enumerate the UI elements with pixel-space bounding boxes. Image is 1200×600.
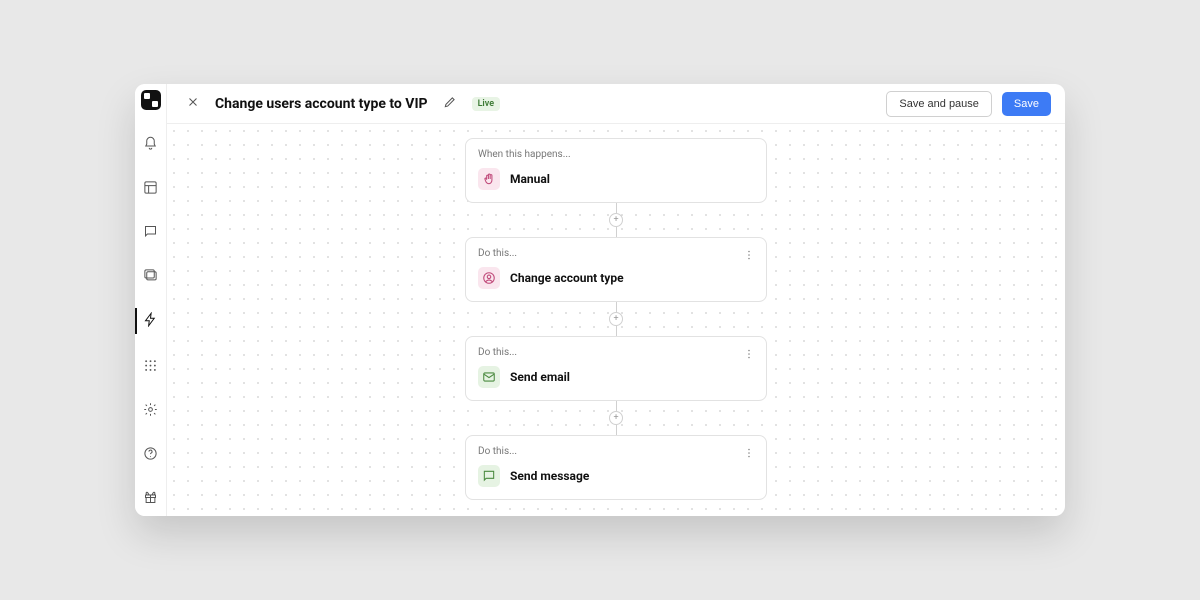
sidebar-item-gift[interactable] bbox=[135, 484, 167, 514]
step-menu-button[interactable] bbox=[740, 444, 758, 462]
hand-icon bbox=[478, 168, 500, 190]
trigger-step[interactable]: When this happens... Manual bbox=[465, 138, 767, 203]
sidebar bbox=[135, 84, 167, 516]
message-icon bbox=[478, 465, 500, 487]
sidebar-item-help[interactable] bbox=[135, 440, 167, 470]
bell-icon bbox=[143, 136, 158, 155]
add-step-button[interactable]: + bbox=[609, 411, 623, 425]
sidebar-nav-bottom bbox=[135, 352, 167, 516]
step-menu-button[interactable] bbox=[740, 345, 758, 363]
save-button[interactable]: Save bbox=[1002, 92, 1051, 116]
sidebar-item-images[interactable] bbox=[135, 262, 167, 292]
images-icon bbox=[143, 268, 158, 287]
main: Change users account type to VIP Live Sa… bbox=[167, 84, 1065, 516]
bolt-icon bbox=[143, 312, 158, 331]
more-vertical-icon bbox=[743, 246, 755, 265]
step-title: Manual bbox=[510, 172, 550, 186]
layout-icon bbox=[143, 180, 158, 199]
connector: + bbox=[609, 401, 623, 435]
connector: + bbox=[609, 203, 623, 237]
sidebar-item-layouts[interactable] bbox=[135, 174, 167, 204]
sidebar-item-apps[interactable] bbox=[135, 352, 167, 382]
step-title: Send message bbox=[510, 469, 589, 483]
page-title: Change users account type to VIP bbox=[215, 96, 428, 112]
gift-icon bbox=[143, 490, 158, 509]
sidebar-item-automations[interactable] bbox=[135, 306, 167, 336]
step-label: Do this... bbox=[478, 347, 754, 358]
message-icon bbox=[143, 224, 158, 243]
step-label: Do this... bbox=[478, 446, 754, 457]
step-menu-button[interactable] bbox=[740, 246, 758, 264]
sidebar-item-notifications[interactable] bbox=[135, 130, 167, 160]
more-vertical-icon bbox=[743, 444, 755, 463]
user-circle-icon bbox=[478, 267, 500, 289]
mail-icon bbox=[478, 366, 500, 388]
action-step[interactable]: Do this... Send message bbox=[465, 435, 767, 500]
workflow-flow: When this happens... Manual + bbox=[465, 138, 767, 500]
close-icon bbox=[186, 94, 200, 113]
app-window: Change users account type to VIP Live Sa… bbox=[135, 84, 1065, 516]
sidebar-item-messages[interactable] bbox=[135, 218, 167, 248]
action-step[interactable]: Do this... Change account type bbox=[465, 237, 767, 302]
app-logo[interactable] bbox=[141, 90, 161, 110]
pencil-icon bbox=[443, 94, 457, 113]
topbar: Change users account type to VIP Live Sa… bbox=[167, 84, 1065, 124]
step-title: Change account type bbox=[510, 271, 624, 285]
gear-icon bbox=[143, 402, 158, 421]
status-badge: Live bbox=[472, 97, 501, 111]
step-title: Send email bbox=[510, 370, 570, 384]
connector: + bbox=[609, 302, 623, 336]
workflow-canvas[interactable]: When this happens... Manual + bbox=[167, 124, 1065, 516]
help-icon bbox=[143, 446, 158, 465]
grid-icon bbox=[143, 358, 158, 377]
add-step-button[interactable]: + bbox=[609, 312, 623, 326]
step-label: Do this... bbox=[478, 248, 754, 259]
save-and-pause-button[interactable]: Save and pause bbox=[886, 91, 992, 117]
step-label: When this happens... bbox=[478, 149, 754, 160]
sidebar-item-settings[interactable] bbox=[135, 396, 167, 426]
edit-title-button[interactable] bbox=[438, 92, 462, 116]
add-step-button[interactable]: + bbox=[609, 213, 623, 227]
more-vertical-icon bbox=[743, 345, 755, 364]
sidebar-nav-top bbox=[135, 130, 167, 336]
action-step[interactable]: Do this... Send email bbox=[465, 336, 767, 401]
close-button[interactable] bbox=[181, 92, 205, 116]
